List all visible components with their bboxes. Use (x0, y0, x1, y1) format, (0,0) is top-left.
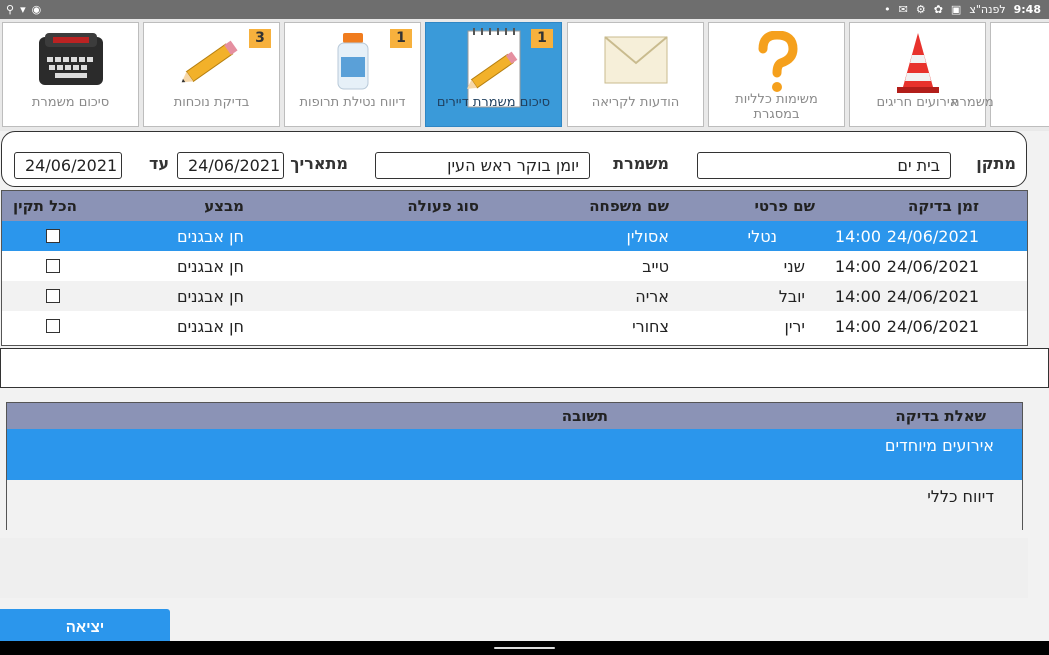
tile-messages[interactable]: הודעות לקריאה (567, 22, 704, 127)
module-tile-strip: סיכום משמרת 3 בדיקת נוכחות 1 דיווח נטילת… (0, 19, 1049, 131)
cell-performer: חן אבגנים (176, 227, 244, 246)
cell-date: 24/06/2021 (886, 317, 979, 336)
tile-badge: 1 (390, 29, 412, 48)
tile-label: הודעות לקריאה (591, 95, 680, 110)
status-time: 9:48 (1013, 3, 1041, 16)
col-first-name: שם פרטי (754, 197, 815, 215)
cell-time: 14:00 (834, 287, 881, 306)
cell-date: 24/06/2021 (886, 227, 979, 246)
cell-last-name: אסולין (626, 227, 669, 246)
question-row[interactable]: דיווח כללי (7, 480, 1022, 531)
facility-label: מתקן (976, 154, 1016, 173)
cell-performer: חן אבגנים (176, 287, 244, 306)
questions-table: שאלת בדיקה תשובה אירועים מיוחדים דיווח כ… (6, 402, 1023, 531)
tile-badge: 3 (249, 29, 271, 48)
notes-field[interactable] (0, 348, 1049, 388)
tile-medication-report[interactable]: 1 דיווח נטילת תרופות (284, 22, 421, 127)
table-row[interactable]: 24/06/2021 14:00 ירין צחורי חן אבגנים (2, 311, 1027, 341)
status-icons-left: ⚲ ▾ ◉ (6, 2, 41, 17)
cell-last-name: טייב (642, 257, 669, 276)
cell-time: 14:00 (834, 257, 881, 276)
lower-panel (0, 538, 1028, 598)
status-bar: ⚲ ▾ ◉ • ✉ ⚙ ✿ ▣ לפנה"צ 9:48 (0, 0, 1049, 19)
table-row[interactable]: 24/06/2021 14:00 יובל אריה חן אבגנים (2, 281, 1027, 311)
question-row[interactable]: אירועים מיוחדים (7, 429, 1022, 480)
tile-label-line2: במסגרת (753, 107, 800, 122)
table-header: זמן בדיקה שם פרטי שם משפחה סוג פעולה מבצ… (2, 191, 1027, 221)
tile-shift-summary[interactable]: סיכום משמרת (2, 22, 139, 127)
cell-performer: חן אבגנים (176, 317, 244, 336)
tile-general-tasks[interactable]: משימות כלליות במסגרת (708, 22, 845, 127)
system-nav-bar (0, 641, 1049, 655)
to-date-field[interactable]: 24/06/2021 (14, 152, 122, 179)
facility-field[interactable]: בית ים (697, 152, 951, 179)
tile-label-line1: משימות כלליות (735, 92, 818, 107)
status-icons-right: • ✉ ⚙ ✿ ▣ לפנה"צ 9:48 (884, 2, 1041, 17)
tile-label: בדיקת נוכחות (173, 95, 250, 110)
questions-header: שאלת בדיקה תשובה (7, 403, 1022, 429)
shift-label: משמרת (613, 154, 669, 173)
home-handle[interactable] (494, 647, 555, 649)
question-text: דיווח כללי (927, 487, 994, 506)
residents-table: זמן בדיקה שם פרטי שם משפחה סוג פעולה מבצ… (1, 190, 1028, 346)
col-question: שאלת בדיקה (895, 407, 986, 425)
gmail-icon: ✉ (898, 3, 908, 16)
cell-time: 14:00 (834, 227, 881, 246)
tile-label: משימות כלליות במסגרת (709, 92, 844, 122)
table-row[interactable]: 24/06/2021 14:00 שני טייב חן אבגנים (2, 251, 1027, 281)
col-answer: תשובה (561, 407, 608, 425)
status-ampm: לפנה"צ (969, 3, 1006, 16)
cell-first-name: נטלי (747, 227, 777, 246)
tile-badge: 1 (531, 29, 553, 48)
exit-button[interactable]: יציאה (0, 609, 170, 643)
tile-exceptional-events[interactable]: אירועים חריגים (849, 22, 986, 127)
question-text: אירועים מיוחדים (884, 436, 994, 455)
tile-label: דיווח נטילת תרופות (299, 95, 406, 110)
filter-panel: מתקן בית ים משמרת יומן בוקר ראש העין מתא… (1, 131, 1027, 187)
from-date-field[interactable]: 24/06/2021 (177, 152, 284, 179)
dot-icon: • (884, 3, 891, 16)
col-action-type: סוג פעולה (407, 197, 479, 215)
cell-first-name: שני (783, 257, 805, 276)
all-ok-checkbox[interactable] (46, 289, 60, 303)
col-performer: מבצע (204, 197, 244, 215)
tile-shift-partial[interactable]: משמרת (951, 22, 1049, 127)
col-all-ok: הכל תקין (13, 197, 77, 215)
tile-residents-shift-summary[interactable]: 1 סיכום משמרת דיירים (425, 22, 562, 127)
col-check-time: זמן בדיקה (908, 197, 979, 215)
envelope-icon (603, 36, 668, 84)
pill-bottle-icon (337, 33, 368, 90)
eye-icon: ◉ (31, 3, 42, 16)
from-date-label: מתאריך (290, 154, 348, 173)
to-date-label: עד (148, 154, 169, 173)
tile-label: סיכום משמרת דיירים (436, 95, 551, 110)
wifi-icon: ▾ (20, 3, 26, 16)
col-last-name: שם משפחה (589, 197, 669, 215)
all-ok-checkbox[interactable] (46, 319, 60, 333)
cell-last-name: אריה (635, 287, 669, 306)
cell-last-name: צחורי (632, 317, 669, 336)
cell-first-name: ירין (784, 317, 805, 336)
tile-attendance-check[interactable]: 3 בדיקת נוכחות (143, 22, 280, 127)
cell-date: 24/06/2021 (886, 287, 979, 306)
traffic-cone-icon (896, 33, 939, 93)
shield-icon: ⚙ (915, 3, 926, 16)
cell-time: 14:00 (834, 317, 881, 336)
table-row[interactable]: 24/06/2021 14:00 נטלי אסולין חן אבגנים (2, 221, 1027, 251)
cell-performer: חן אבגנים (176, 257, 244, 276)
all-ok-checkbox[interactable] (46, 229, 60, 243)
settings-icon: ✿ (933, 3, 943, 16)
tile-label: סיכום משמרת (31, 95, 110, 110)
usb-icon: ⚲ (6, 3, 15, 16)
tile-label: משמרת (951, 95, 994, 110)
pencil-icon (181, 40, 238, 83)
question-mark-icon (758, 31, 798, 92)
image-icon: ▣ (950, 3, 962, 16)
cell-date: 24/06/2021 (886, 257, 979, 276)
shift-field[interactable]: יומן בוקר ראש העין (375, 152, 590, 179)
typewriter-icon (38, 33, 103, 85)
cell-first-name: יובל (778, 287, 805, 306)
all-ok-checkbox[interactable] (46, 259, 60, 273)
